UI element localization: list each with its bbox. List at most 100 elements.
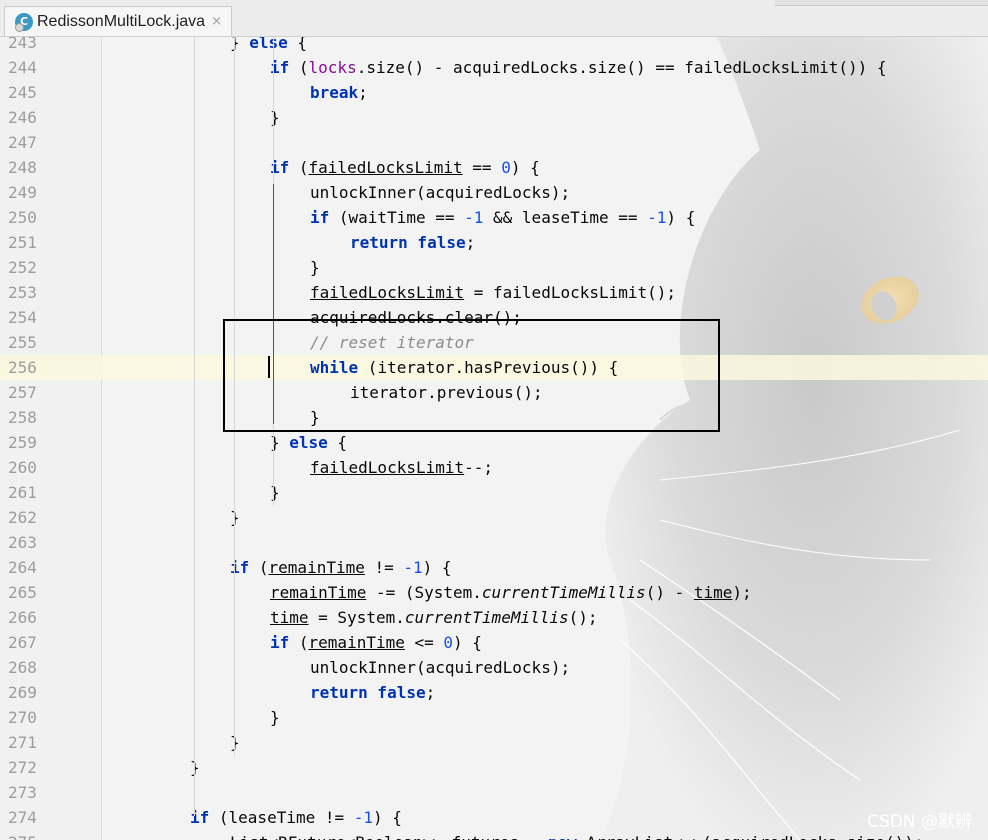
- code-text: failedLocksLimit--;: [310, 455, 493, 480]
- line-number: 260: [8, 458, 37, 477]
- code-line[interactable]: 274 if (leaseTime != -1) {: [0, 805, 988, 830]
- line-number: 244: [8, 58, 37, 77]
- code-line[interactable]: 248 if (failedLocksLimit == 0) {: [0, 155, 988, 180]
- code-token: ) {: [510, 158, 540, 177]
- code-token: );: [732, 583, 752, 602]
- close-icon[interactable]: ×: [211, 14, 222, 29]
- line-number: 255: [8, 333, 37, 352]
- code-line[interactable]: 266 time = System.currentTimeMillis();: [0, 605, 988, 630]
- code-token: (waitTime ==: [329, 208, 465, 227]
- code-token: List<RFuture<Boolean>> futures =: [230, 833, 548, 840]
- code-line[interactable]: 247: [0, 130, 988, 155]
- code-text: unlockInner(acquiredLocks);: [310, 655, 570, 680]
- code-token: remainTime: [308, 633, 405, 652]
- code-line[interactable]: 267 if (remainTime <= 0) {: [0, 630, 988, 655]
- code-token: () -: [645, 583, 694, 602]
- code-line[interactable]: 259 } else {: [0, 430, 988, 455]
- code-line[interactable]: 262}: [0, 505, 988, 530]
- line-number: 248: [8, 158, 37, 177]
- line-number: 262: [8, 508, 37, 527]
- code-token: time: [693, 583, 733, 602]
- line-number: 257: [8, 383, 37, 402]
- line-number: 263: [8, 533, 37, 552]
- code-token: time: [270, 608, 309, 627]
- code-line[interactable]: 264 if (remainTime != -1) {: [0, 555, 988, 580]
- editor-tab-bar: C RedissonMultiLock.java ×: [0, 0, 988, 37]
- code-token: }: [270, 108, 280, 127]
- line-number: 266: [8, 608, 37, 627]
- code-token: -= (System.: [366, 583, 482, 602]
- code-token: else: [289, 433, 328, 452]
- code-line[interactable]: 250 if (waitTime == -1 && leaseTime == -1…: [0, 205, 988, 230]
- code-line[interactable]: 265 remainTime -= (System.currentTimeMill…: [0, 580, 988, 605]
- line-number: 254: [8, 308, 37, 327]
- code-token: --;: [464, 458, 494, 477]
- java-class-icon: C: [15, 12, 33, 32]
- line-number: 272: [8, 758, 37, 777]
- code-line[interactable]: 275 List<RFuture<Boolean>> futures = new …: [0, 830, 988, 840]
- line-number: 259: [8, 433, 37, 452]
- code-editor[interactable]: 243} else {244 if (locks.size() - acquire…: [0, 33, 988, 840]
- code-text: remainTime -= (System.currentTimeMillis(…: [270, 580, 752, 605]
- code-token: currentTimeMillis: [404, 608, 569, 627]
- code-line[interactable]: 253 failedLocksLimit = failedLocksLimit()…: [0, 280, 988, 305]
- code-token: (leaseTime !=: [209, 808, 354, 827]
- code-line[interactable]: 246}: [0, 105, 988, 130]
- line-number: 271: [8, 733, 37, 752]
- code-text: } else {: [270, 430, 347, 455]
- code-line[interactable]: 273: [0, 780, 988, 805]
- ide-window: C RedissonMultiLock.java × 243} else {24…: [0, 0, 988, 840]
- line-number: 249: [8, 183, 37, 202]
- code-line[interactable]: 270}: [0, 705, 988, 730]
- line-number: 245: [8, 83, 37, 102]
- code-text: if (failedLocksLimit == 0) {: [270, 155, 540, 180]
- code-token: ==: [462, 158, 502, 177]
- line-number: 258: [8, 408, 37, 427]
- code-text: }: [270, 705, 280, 730]
- line-number: 267: [8, 633, 37, 652]
- code-token: return false: [310, 683, 426, 702]
- code-token: if: [230, 558, 250, 577]
- code-text: List<RFuture<Boolean>> futures = new Arr…: [230, 830, 924, 840]
- code-text: if (leaseTime != -1) {: [190, 805, 402, 830]
- code-token: }: [270, 708, 280, 727]
- code-token: 0: [443, 633, 454, 652]
- code-token: (: [289, 58, 309, 77]
- code-line[interactable]: 260 failedLocksLimit--;: [0, 455, 988, 480]
- code-line[interactable]: 251 return false;: [0, 230, 988, 255]
- code-token: failedLocksLimit: [310, 283, 465, 302]
- code-line[interactable]: 263: [0, 530, 988, 555]
- code-line[interactable]: 272}: [0, 755, 988, 780]
- code-text: if (remainTime <= 0) {: [270, 630, 482, 655]
- code-token: }: [270, 483, 280, 502]
- code-text: if (waitTime == -1 && leaseTime == -1) {: [310, 205, 695, 230]
- code-token: ;: [425, 683, 436, 702]
- code-line[interactable]: 245 break;: [0, 80, 988, 105]
- code-token: && leaseTime ==: [483, 208, 648, 227]
- code-token: -1: [403, 558, 423, 577]
- code-token: {: [327, 433, 348, 452]
- line-number: 261: [8, 483, 37, 502]
- line-number: 246: [8, 108, 37, 127]
- watermark: CSDN @默辨: [867, 812, 972, 832]
- code-text: unlockInner(acquiredLocks);: [310, 180, 570, 205]
- code-token: unlockInner(acquiredLocks);: [310, 658, 571, 677]
- code-line[interactable]: 261}: [0, 480, 988, 505]
- code-text: }: [270, 480, 280, 505]
- code-token: new: [548, 833, 577, 840]
- code-line[interactable]: 249 unlockInner(acquiredLocks);: [0, 180, 988, 205]
- code-token: 0: [501, 158, 511, 177]
- code-line[interactable]: 252}: [0, 255, 988, 280]
- code-line[interactable]: 269 return false;: [0, 680, 988, 705]
- code-line[interactable]: 271}: [0, 730, 988, 755]
- code-token: break: [310, 83, 359, 102]
- code-token: remainTime: [268, 558, 365, 577]
- code-text: failedLocksLimit = failedLocksLimit();: [310, 280, 676, 305]
- tab-redisson-multilock[interactable]: C RedissonMultiLock.java ×: [4, 6, 232, 36]
- code-token: = failedLocksLimit();: [464, 283, 677, 302]
- code-token: if: [310, 208, 330, 227]
- code-token: -1: [647, 208, 667, 227]
- code-token: failedLocksLimit: [308, 158, 463, 177]
- code-line[interactable]: 244 if (locks.size() - acquiredLocks.size…: [0, 55, 988, 80]
- code-line[interactable]: 268 unlockInner(acquiredLocks);: [0, 655, 988, 680]
